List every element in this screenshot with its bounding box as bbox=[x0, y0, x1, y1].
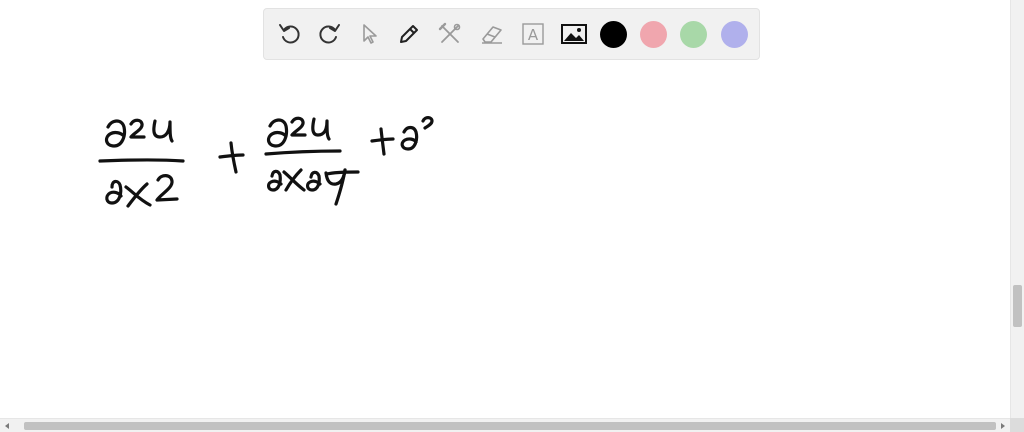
stroke-u-1 bbox=[152, 119, 174, 143]
stroke-two-4 bbox=[421, 116, 434, 130]
stroke-partial-3 bbox=[266, 118, 289, 148]
stroke-y-c bbox=[325, 170, 360, 176]
stroke-partial-6 bbox=[400, 125, 419, 151]
stroke-plus-1b bbox=[229, 141, 238, 174]
scroll-left-arrow-icon[interactable] bbox=[5, 423, 9, 429]
stroke-u-2 bbox=[311, 117, 331, 141]
stroke-fraction-bar-1 bbox=[98, 158, 185, 163]
handwritten-drawing bbox=[98, 116, 434, 208]
horizontal-scrollbar-thumb[interactable] bbox=[24, 422, 996, 430]
scroll-right-arrow-icon[interactable] bbox=[1001, 423, 1005, 429]
whiteboard-canvas[interactable]: A bbox=[0, 0, 1010, 418]
scrollbar-corner bbox=[1010, 418, 1024, 432]
stroke-two-3 bbox=[290, 116, 307, 137]
stroke-two-1 bbox=[129, 118, 146, 139]
stroke-plus-2b bbox=[379, 127, 386, 156]
stroke-y-b bbox=[334, 168, 347, 206]
horizontal-scrollbar[interactable] bbox=[0, 418, 1024, 432]
stroke-partial-1 bbox=[104, 119, 127, 148]
stroke-partial-4 bbox=[266, 169, 283, 192]
stroke-two-2 bbox=[155, 174, 179, 202]
vertical-scrollbar[interactable] bbox=[1010, 0, 1024, 418]
stroke-partial-2 bbox=[105, 179, 123, 205]
stroke-fraction-bar-2 bbox=[264, 149, 342, 156]
stroke-partial-5 bbox=[305, 170, 322, 192]
ink-strokes bbox=[98, 116, 434, 208]
vertical-scrollbar-thumb[interactable] bbox=[1013, 285, 1022, 327]
